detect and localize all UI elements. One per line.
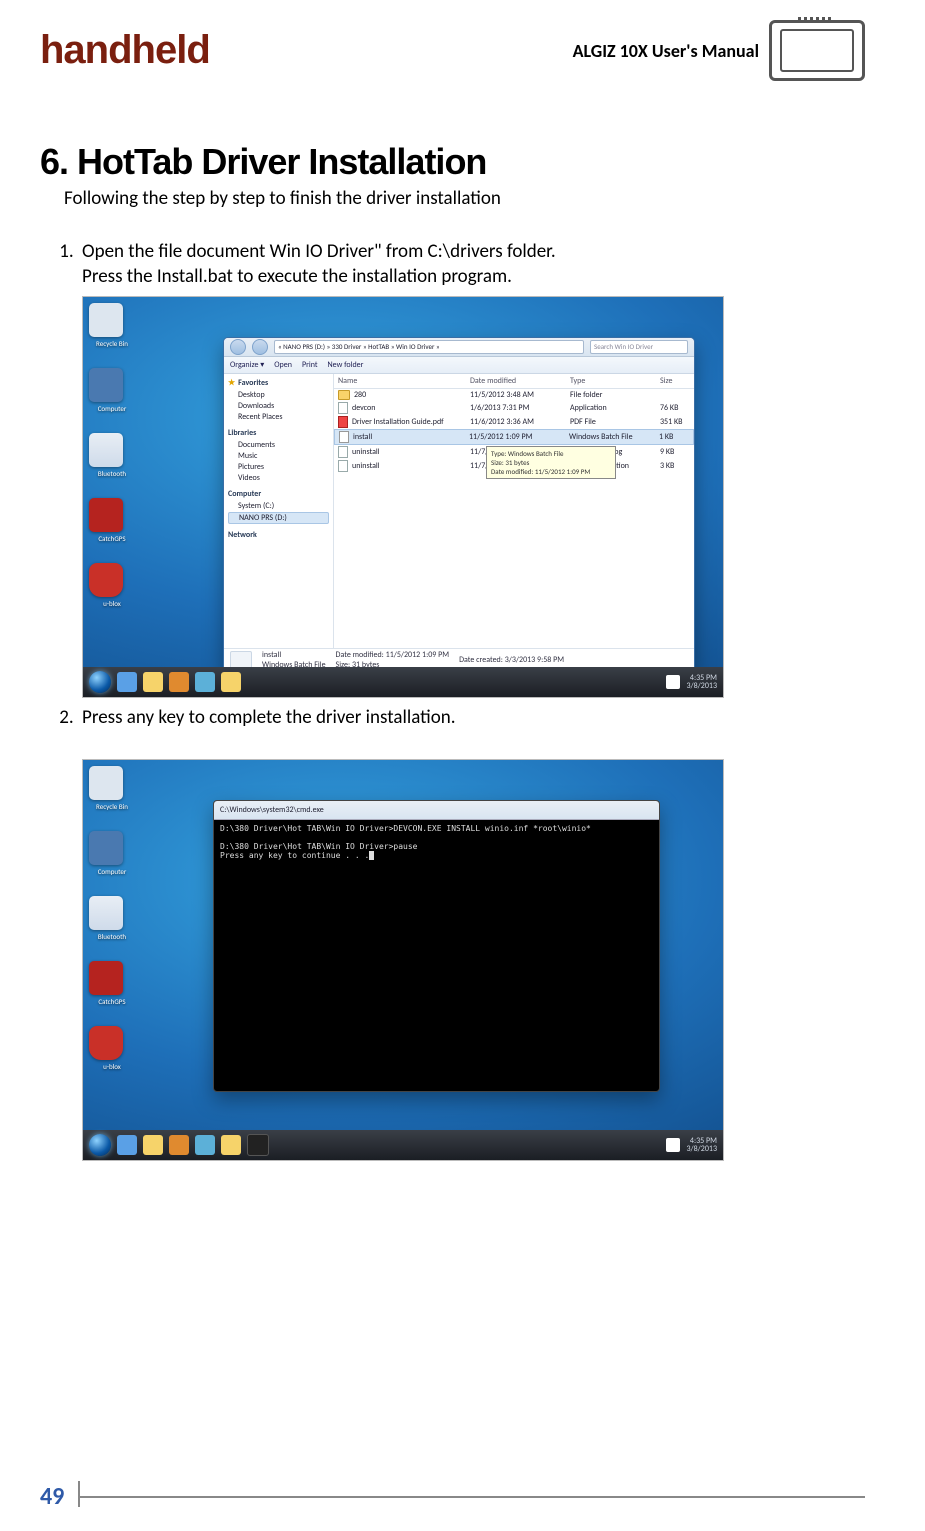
device-icon bbox=[769, 20, 865, 81]
screenshot-2: Recycle Bin Computer Bluetooth CatchGPS … bbox=[82, 759, 724, 1161]
nav-videos[interactable]: Videos bbox=[228, 473, 329, 483]
forward-button[interactable] bbox=[252, 339, 268, 355]
desktop-icon-ublox[interactable]: u-blox bbox=[89, 1026, 135, 1071]
cursor-icon bbox=[369, 851, 374, 860]
section-subtitle: Following the step by step to finish the… bbox=[64, 187, 865, 210]
status-bar: installWindows Batch File Date modified:… bbox=[224, 648, 694, 669]
col-type[interactable]: Type bbox=[570, 376, 640, 386]
toolbar-newfolder[interactable]: New folder bbox=[328, 360, 364, 370]
section-heading: 6. HotTab Driver Installation bbox=[40, 141, 865, 183]
desktop-icon-bluetooth[interactable]: Bluetooth bbox=[89, 433, 135, 478]
address-bar[interactable]: « NANO PRS (D:) » 330 Driver » HotTAB » … bbox=[274, 340, 584, 354]
nav-pictures[interactable]: Pictures bbox=[228, 462, 329, 472]
desktop-icon-bluetooth[interactable]: Bluetooth bbox=[89, 896, 135, 941]
action-center-icon[interactable] bbox=[666, 675, 680, 689]
desktop-icon-computer[interactable]: Computer bbox=[89, 831, 135, 876]
taskbar-explorer-icon[interactable] bbox=[143, 1135, 163, 1155]
brand-logo: handheld bbox=[40, 28, 210, 73]
toolbar-open[interactable]: Open bbox=[274, 360, 292, 370]
search-input[interactable]: Search Win IO Driver bbox=[590, 340, 688, 354]
start-button[interactable] bbox=[89, 1134, 111, 1156]
taskbar-cmd-icon[interactable] bbox=[247, 1134, 269, 1156]
taskbar-ie-icon[interactable] bbox=[117, 1135, 137, 1155]
file-pane[interactable]: Name Date modified Type Size 28011/5/201… bbox=[334, 374, 694, 648]
taskbar[interactable]: 4:35 PM3/8/2013 bbox=[83, 667, 723, 697]
favorites-icon: ★ bbox=[228, 378, 235, 388]
manual-title: ALGIZ 10X User's Manual bbox=[573, 40, 759, 62]
taskbar-app-icon[interactable] bbox=[195, 672, 215, 692]
taskbar[interactable]: 4:35 PM3/8/2013 bbox=[83, 1130, 723, 1160]
clock[interactable]: 4:35 PM3/8/2013 bbox=[686, 1137, 717, 1153]
file-row-install[interactable]: install11/5/2012 1:09 PMWindows Batch Fi… bbox=[334, 429, 694, 445]
page-number: 49 bbox=[40, 1476, 78, 1511]
desktop-icon-catchgps[interactable]: CatchGPS bbox=[89, 961, 135, 1006]
batch-icon bbox=[339, 431, 349, 443]
nav-nano[interactable]: NANO PRS (D:) bbox=[228, 512, 329, 524]
taskbar-media-icon[interactable] bbox=[169, 672, 189, 692]
nav-documents[interactable]: Documents bbox=[228, 440, 329, 450]
file-icon bbox=[338, 446, 348, 458]
col-name[interactable]: Name bbox=[338, 376, 450, 386]
file-row[interactable]: Driver Installation Guide.pdf11/6/2012 3… bbox=[334, 415, 694, 429]
pdf-icon bbox=[338, 416, 348, 428]
toolbar-print[interactable]: Print bbox=[302, 360, 318, 370]
nav-desktop[interactable]: Desktop bbox=[228, 390, 329, 400]
taskbar-folder-icon[interactable] bbox=[221, 1135, 241, 1155]
tooltip: Type: Windows Batch File Size: 31 bytes … bbox=[486, 446, 616, 479]
screenshot-1: Recycle Bin Computer Bluetooth CatchGPS … bbox=[82, 296, 724, 698]
cmd-body: D:\380 Driver\Hot TAB\Win IO Driver>DEVC… bbox=[214, 820, 659, 864]
col-size[interactable]: Size bbox=[660, 376, 690, 386]
toolbar-organize[interactable]: Organize ▾ bbox=[230, 360, 264, 370]
nav-pane[interactable]: ★Favorites Desktop Downloads Recent Plac… bbox=[224, 374, 334, 648]
step-2: Press any key to complete the driver ins… bbox=[78, 706, 865, 1161]
file-icon bbox=[338, 460, 348, 472]
nav-sysc[interactable]: System (C:) bbox=[228, 501, 329, 511]
cmd-window[interactable]: C:\Windows\system32\cmd.exe D:\380 Drive… bbox=[213, 800, 660, 1092]
taskbar-ie-icon[interactable] bbox=[117, 672, 137, 692]
header: handheld ALGIZ 10X User's Manual bbox=[40, 20, 865, 81]
desktop-icon-catchgps[interactable]: CatchGPS bbox=[89, 498, 135, 543]
desktop-icon-recycle[interactable]: Recycle Bin bbox=[89, 766, 135, 811]
explorer-window[interactable]: « NANO PRS (D:) » 330 Driver » HotTAB » … bbox=[223, 337, 695, 669]
nav-recent[interactable]: Recent Places bbox=[228, 412, 329, 422]
taskbar-app-icon[interactable] bbox=[195, 1135, 215, 1155]
taskbar-folder-icon[interactable] bbox=[221, 672, 241, 692]
back-button[interactable] bbox=[230, 339, 246, 355]
footer: 49 bbox=[40, 1476, 865, 1511]
cmd-title: C:\Windows\system32\cmd.exe bbox=[214, 801, 659, 820]
clock[interactable]: 4:35 PM3/8/2013 bbox=[686, 674, 717, 690]
nav-music[interactable]: Music bbox=[228, 451, 329, 461]
taskbar-explorer-icon[interactable] bbox=[143, 672, 163, 692]
nav-downloads[interactable]: Downloads bbox=[228, 401, 329, 411]
desktop-icon-recycle[interactable]: Recycle Bin bbox=[89, 303, 135, 348]
action-center-icon[interactable] bbox=[666, 1138, 680, 1152]
file-row[interactable]: devcon1/6/2013 7:31 PMApplication76 KB bbox=[334, 401, 694, 415]
folder-icon bbox=[338, 390, 350, 400]
desktop-icon-computer[interactable]: Computer bbox=[89, 368, 135, 413]
desktop-icon-ublox[interactable]: u-blox bbox=[89, 563, 135, 608]
col-date[interactable]: Date modified bbox=[470, 376, 550, 386]
step-1-line1: Open the file document Win IO Driver" fr… bbox=[82, 240, 556, 263]
file-row[interactable]: 28011/5/2012 3:48 AMFile folder bbox=[334, 389, 694, 401]
file-icon bbox=[338, 402, 348, 414]
step-2-line1: Press any key to complete the driver ins… bbox=[82, 706, 456, 729]
start-button[interactable] bbox=[89, 671, 111, 693]
step-1-line2: Press the Install.bat to execute the ins… bbox=[82, 265, 865, 288]
step-1: Open the file document Win IO Driver" fr… bbox=[78, 240, 865, 698]
taskbar-media-icon[interactable] bbox=[169, 1135, 189, 1155]
